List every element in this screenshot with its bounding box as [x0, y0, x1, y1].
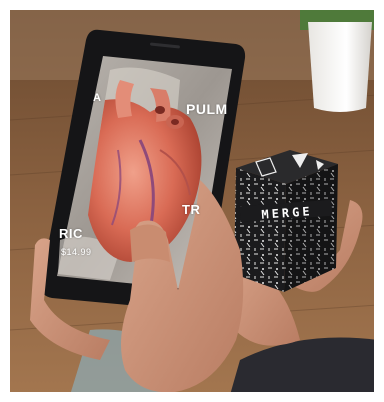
photo-scene: [0, 0, 384, 402]
screen-price: $14.99: [61, 247, 92, 257]
screen-label-pulm: PULM: [186, 101, 228, 117]
screen-label-a: A: [93, 92, 102, 104]
screen-label-tr: TR: [182, 202, 201, 217]
screen-label-ric: RIC: [59, 226, 83, 241]
